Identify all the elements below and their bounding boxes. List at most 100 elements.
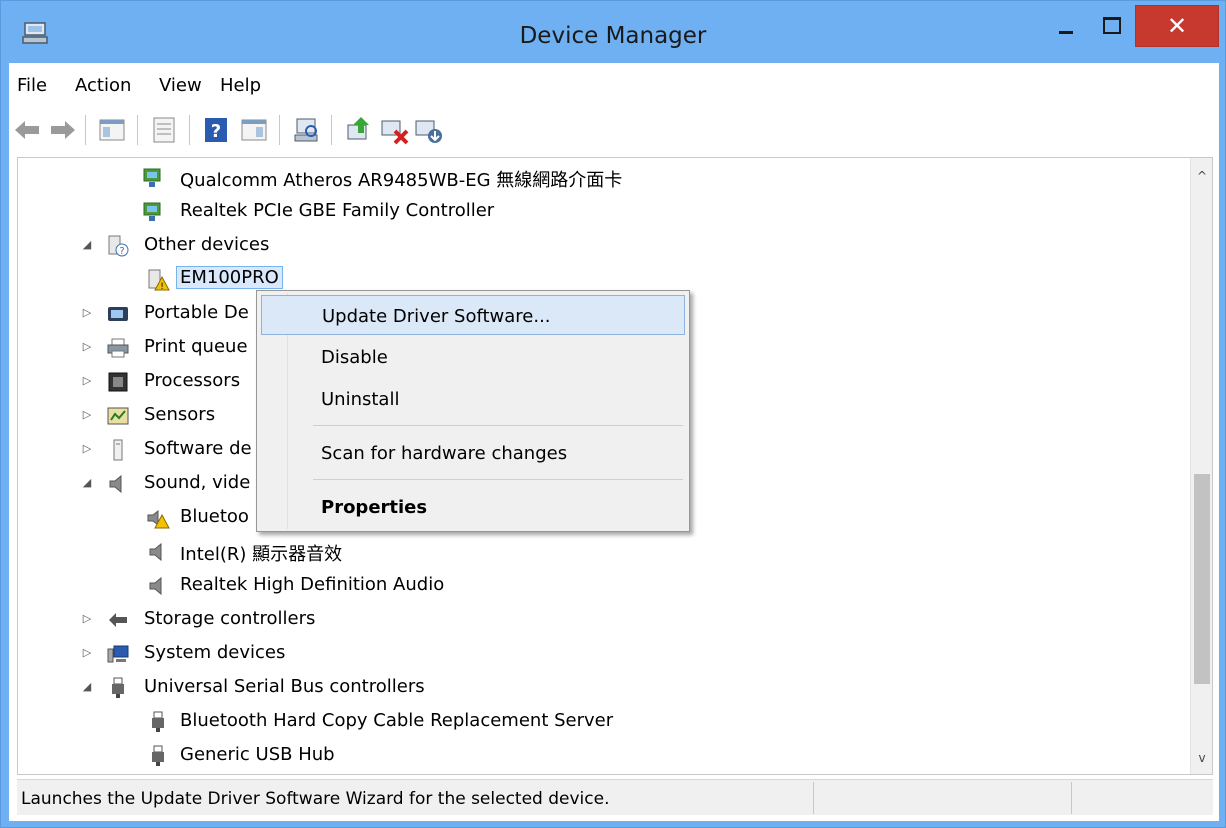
tree-label: Processors — [144, 370, 241, 391]
collapse-icon[interactable]: ◢ — [80, 238, 94, 252]
tree-label: Realtek PCIe GBE Family Controller — [180, 200, 495, 221]
printer-icon — [107, 338, 129, 358]
tree-row[interactable]: ◢ ? Other devices — [18, 230, 1168, 262]
expand-icon[interactable]: ▷ — [80, 374, 94, 388]
toolbar-separator — [331, 115, 332, 145]
expand-icon[interactable]: ▷ — [80, 306, 94, 320]
menu-view[interactable]: View — [159, 75, 202, 96]
tree-label: Universal Serial Bus controllers — [144, 676, 425, 697]
scroll-down-icon[interactable]: v — [1191, 748, 1212, 768]
usb-icon — [112, 677, 124, 698]
tree-row[interactable]: ▷ System devices — [18, 638, 1168, 670]
toolbar-separator — [137, 115, 138, 145]
tree-row[interactable]: Intel(R) 顯示器音效 — [18, 536, 1168, 568]
context-menu: Update Driver Software... Disable Uninst… — [256, 290, 690, 532]
system-device-icon — [107, 645, 129, 663]
speaker-icon — [149, 542, 162, 562]
help-icon[interactable]: ? — [199, 113, 233, 147]
tree-label: Intel(R) 顯示器音效 — [180, 544, 343, 565]
update-driver-icon[interactable] — [341, 113, 375, 147]
toolbar-separator — [189, 115, 190, 145]
maximize-button[interactable] — [1091, 7, 1131, 45]
tree-label: System devices — [144, 642, 286, 663]
properties-sheet-icon[interactable] — [147, 113, 181, 147]
action-pane-icon[interactable] — [237, 113, 271, 147]
tree-label: EM100PRO — [176, 266, 283, 289]
tree-row[interactable]: Qualcomm Atheros AR9485WB-EG 無線網路介面卡 — [18, 162, 1168, 194]
title-bar[interactable]: Device Manager ✕ — [1, 1, 1225, 63]
status-divider — [813, 782, 814, 814]
menu-scan-for-hardware-changes[interactable]: Scan for hardware changes — [261, 433, 685, 473]
portable-device-icon — [108, 307, 128, 321]
menu-help[interactable]: Help — [220, 75, 261, 96]
status-divider — [1071, 782, 1072, 814]
menu-bar: File Action View Help — [9, 71, 1219, 101]
menu-item-label: Disable — [321, 347, 388, 368]
menu-disable[interactable]: Disable — [261, 337, 685, 377]
tree-label: Software de — [144, 438, 252, 459]
expand-icon[interactable]: ▷ — [80, 408, 94, 422]
tree-label: Bluetoo — [180, 506, 249, 527]
tree-row[interactable]: Realtek PCIe GBE Family Controller — [18, 196, 1168, 228]
forward-arrow-icon[interactable] — [45, 113, 79, 147]
scroll-up-icon[interactable]: ^ — [1191, 166, 1212, 186]
software-device-icon — [113, 439, 123, 461]
tree-label: Sensors — [144, 404, 216, 425]
menu-item-label: Update Driver Software... — [322, 306, 551, 327]
tree-row[interactable]: ◢ Universal Serial Bus controllers — [18, 672, 1168, 704]
storage-controller-icon — [109, 613, 127, 627]
tree-row[interactable]: Bluetooth Hard Copy Cable Replacement Se… — [18, 706, 1168, 738]
uninstall-device-icon[interactable] — [377, 113, 411, 147]
expand-icon[interactable]: ▷ — [80, 646, 94, 660]
menu-item-label: Properties — [321, 497, 428, 518]
usb-icon — [152, 711, 164, 732]
svg-text:!: ! — [160, 282, 164, 291]
warning-device-icon: ! — [148, 269, 170, 291]
menu-separator — [313, 479, 683, 480]
enable-device-icon[interactable] — [411, 113, 445, 147]
minimize-button[interactable] — [1045, 7, 1085, 45]
tree-label: Realtek High Definition Audio — [180, 574, 445, 595]
sensor-icon — [107, 407, 129, 425]
menu-file[interactable]: File — [17, 75, 47, 96]
tree-label: Sound, vide — [144, 472, 251, 493]
collapse-icon[interactable]: ◢ — [80, 680, 94, 694]
toolbar: ? — [9, 107, 1219, 153]
status-bar: Launches the Update Driver Software Wiza… — [17, 779, 1213, 815]
menu-separator — [313, 425, 683, 426]
tree-label: Bluetooth Hard Copy Cable Replacement Se… — [180, 710, 614, 731]
window-title: Device Manager — [519, 23, 707, 49]
svg-text:?: ? — [211, 121, 221, 142]
menu-item-label: Uninstall — [321, 389, 400, 410]
tree-label: Generic USB Hub — [180, 744, 335, 765]
scrollbar-thumb[interactable] — [1194, 474, 1210, 684]
menu-properties[interactable]: Properties — [261, 487, 685, 527]
processor-icon — [108, 372, 128, 392]
menu-update-driver-software[interactable]: Update Driver Software... — [261, 295, 685, 335]
tree-label: Storage controllers — [144, 608, 316, 629]
tree-label: Other devices — [144, 234, 270, 255]
network-adapter-icon — [143, 202, 161, 221]
tree-row[interactable]: Generic USB Hub — [18, 740, 1168, 772]
close-button[interactable]: ✕ — [1135, 5, 1219, 47]
expand-icon[interactable]: ▷ — [80, 612, 94, 626]
unknown-device-icon: ? — [108, 235, 129, 257]
vertical-scrollbar[interactable]: ^ v — [1190, 158, 1212, 774]
speaker-icon — [149, 576, 162, 596]
collapse-icon[interactable]: ◢ — [80, 476, 94, 490]
expand-icon[interactable]: ▷ — [80, 340, 94, 354]
tree-row[interactable]: Realtek High Definition Audio — [18, 570, 1168, 602]
tree-row[interactable]: ▷ Storage controllers — [18, 604, 1168, 636]
close-icon: ✕ — [1166, 12, 1188, 40]
scan-hardware-icon[interactable] — [289, 113, 323, 147]
expand-icon[interactable]: ▷ — [80, 442, 94, 456]
show-hide-console-tree-icon[interactable] — [95, 113, 129, 147]
menu-action[interactable]: Action — [75, 75, 131, 96]
back-arrow-icon[interactable] — [11, 113, 45, 147]
menu-uninstall[interactable]: Uninstall — [261, 379, 685, 419]
usb-icon — [152, 745, 164, 766]
speaker-icon — [109, 474, 122, 494]
warning-speaker-icon — [147, 509, 170, 529]
tree-label: Qualcomm Atheros AR9485WB-EG 無線網路介面卡 — [180, 170, 623, 191]
menu-item-label: Scan for hardware changes — [321, 443, 568, 464]
